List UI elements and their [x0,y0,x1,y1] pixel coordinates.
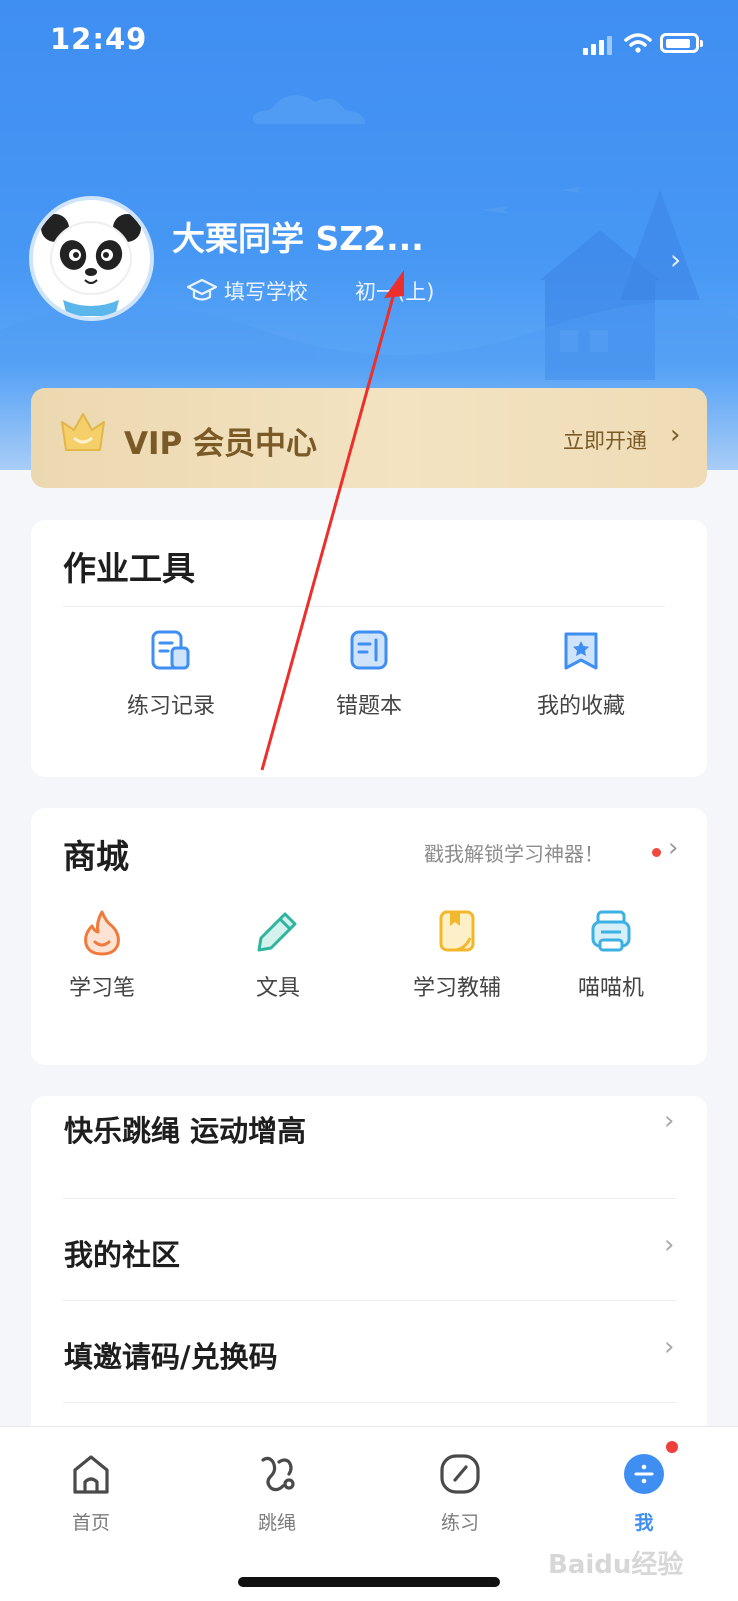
shop-item-printer[interactable]: 喵喵机 [536,908,686,1002]
status-time: 12:49 [50,22,148,56]
vip-open-button[interactable]: 立即开通 [563,425,647,455]
shop-item-study-books[interactable]: 学习教辅 [367,908,547,1002]
menu-row-invite-code[interactable]: 填邀请码/兑换码 [64,1334,278,1376]
book-icon [439,910,475,952]
divider [63,606,665,607]
shop-label: 喵喵机 [577,976,644,1001]
user-name[interactable]: 大栗同学 SZ2... [172,212,424,260]
tab-label: 我 [634,1512,654,1534]
avatar[interactable] [29,196,154,321]
compass-icon [440,1454,480,1494]
home-icon [73,1455,109,1494]
tab-label: 首页 [71,1512,110,1534]
tool-practice-record[interactable]: 练习记录 [81,628,261,720]
tab-jump-rope[interactable]: 跳绳 [217,1452,337,1535]
tab-home[interactable]: 首页 [31,1452,151,1535]
school-link[interactable]: 填写学校 [186,276,308,306]
grade-label[interactable]: 初一(上) [355,276,434,306]
battery-icon [660,33,703,53]
crown-icon [61,413,105,451]
menu-row-jump-rope[interactable]: 快乐跳绳 运动增高 [64,1108,306,1150]
tab-label: 跳绳 [257,1512,296,1534]
chevron-right-icon[interactable]: › [664,1106,674,1136]
tab-practice[interactable]: 练习 [400,1452,520,1535]
tab-label: 练习 [440,1512,479,1534]
favorites-icon [564,632,598,670]
chevron-right-icon[interactable]: › [664,1332,674,1362]
promo-badge-dot [652,848,661,857]
shop-promo-link[interactable]: 戳我解锁学习神器！ [424,838,604,867]
chevron-right-icon[interactable]: › [664,1230,674,1260]
flame-pen-icon [84,910,120,956]
homework-tools-card: 作业工具 练习记录 错题本 我的收藏 [31,520,707,777]
tool-wrong-questions[interactable]: 错题本 [279,628,459,720]
wifi-icon [624,33,652,53]
notification-dot [664,1439,680,1455]
card-title-shop: 商城 [63,837,129,876]
panda-avatar-icon [33,200,149,316]
shop-label: 学习教辅 [412,976,501,1001]
shop-label: 文具 [255,976,300,1001]
profile-chevron-icon[interactable]: › [670,243,681,276]
shop-label: 学习笔 [68,976,135,1001]
vip-title: VIP 会员中心 [124,426,318,462]
signal-icon [583,36,612,55]
jump-rope-icon [261,1456,295,1492]
divider [63,1402,676,1403]
tool-label: 错题本 [335,694,402,719]
divider [63,1300,676,1301]
menu-row-community[interactable]: 我的社区 [64,1232,180,1274]
practice-record-icon [151,630,190,670]
printer-icon [591,910,631,952]
shop-chevron-icon[interactable]: › [668,833,678,863]
me-icon [624,1454,664,1494]
tool-label: 我的收藏 [536,694,625,719]
pencil-icon [257,912,297,952]
shop-card: 商城 学习笔 文具 学习教辅 喵喵机 [31,808,707,1065]
tab-me[interactable]: 我 [584,1452,704,1535]
tool-label: 练习记录 [126,694,215,719]
home-indicator[interactable] [238,1577,500,1587]
tool-favorites[interactable]: 我的收藏 [491,628,671,720]
baidu-watermark: Baidu经验 [548,1550,684,1580]
wrong-questions-icon [350,630,388,670]
vip-chevron-icon[interactable]: › [670,420,680,450]
card-title-tools: 作业工具 [63,549,195,588]
graduation-cap-icon [186,278,218,301]
shop-item-study-pen[interactable]: 学习笔 [27,908,177,1002]
shop-item-stationery[interactable]: 文具 [203,908,353,1002]
school-label: 填写学校 [224,280,308,304]
divider [63,1198,676,1199]
